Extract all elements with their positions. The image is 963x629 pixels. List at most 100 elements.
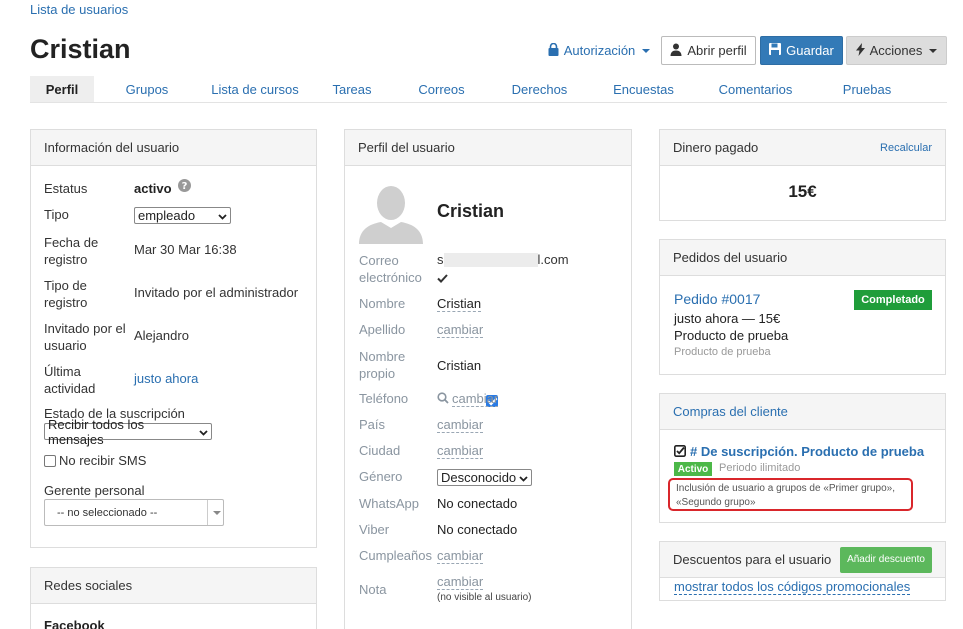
city-change[interactable]: cambiar xyxy=(437,443,484,459)
reg-type-label: Tipo de registro xyxy=(44,278,88,310)
no-sms-checkbox[interactable] xyxy=(44,454,56,467)
last-name-change[interactable]: cambiar xyxy=(437,322,484,338)
page-title: Cristian xyxy=(30,34,131,64)
tab-derechos[interactable]: Derechos xyxy=(489,76,590,102)
purchases-panel: Compras del cliente # De suscripción. Pr… xyxy=(659,393,946,523)
purchase-note: Inclusión de usuario a grupos de «Primer… xyxy=(676,483,896,508)
breadcrumb-link[interactable]: Lista de usuarios xyxy=(30,2,128,17)
email-suffix: l.com xyxy=(537,252,569,267)
tab-tareas[interactable]: Tareas xyxy=(310,76,394,102)
subscription-select[interactable]: Recibir todos los mensajes xyxy=(44,417,212,447)
no-sms-option[interactable]: No recibir SMS xyxy=(44,453,146,468)
recalculate-link[interactable]: Recalcular xyxy=(880,142,932,154)
country-change[interactable]: cambiar xyxy=(437,417,484,433)
order-time-price: justo ahora — 15€ xyxy=(674,311,781,326)
caret-down-icon xyxy=(207,500,223,525)
authorization-dropdown[interactable]: Autorización xyxy=(548,36,651,65)
viber-value: No conectado xyxy=(437,522,518,537)
status-value: activo xyxy=(134,181,172,196)
money-heading-text: Dinero pagado xyxy=(673,140,759,155)
tab-encuestas[interactable]: Encuestas xyxy=(590,76,697,102)
birthday-change[interactable]: cambiar xyxy=(437,548,484,564)
manager-select[interactable]: -- no seleccionado -- xyxy=(44,499,224,526)
first-name-field[interactable]: Cristian xyxy=(437,296,482,312)
whatsapp-label: WhatsApp xyxy=(359,496,419,511)
birthday-label: Cumpleaños xyxy=(359,548,432,563)
note-hint: (no visible al usuario) xyxy=(437,592,532,603)
type-select-value: empleado xyxy=(138,208,196,223)
manager-select-value: -- no seleccionado -- xyxy=(57,506,158,519)
purchase-period: Periodo ilimitado xyxy=(719,462,801,474)
tab-lista-de-cursos[interactable]: Lista de cursos xyxy=(200,76,310,102)
checkmark-icon xyxy=(437,271,448,286)
check-square-icon xyxy=(674,445,686,460)
invited-by-value: Alejandro xyxy=(134,328,189,343)
add-discount-button[interactable]: Añadir descuento xyxy=(840,546,932,573)
chevron-down-icon xyxy=(199,424,208,439)
discounts-heading-text: Descuentos para el usuario xyxy=(673,552,832,567)
whatsapp-value: No conectado xyxy=(437,496,518,511)
social-heading: Redes sociales xyxy=(31,568,316,604)
floppy-icon xyxy=(769,43,782,58)
svg-text:?: ? xyxy=(182,181,188,192)
reg-date-value: Mar 30 Mar 16:38 xyxy=(134,242,237,257)
user-icon xyxy=(670,43,682,59)
email-label: Correo electrónico xyxy=(359,253,422,285)
subscription-select-value: Recibir todos los mensajes xyxy=(48,416,145,447)
last-activity-link[interactable]: justo ahora xyxy=(134,371,198,386)
manager-label: Gerente personal xyxy=(44,483,145,498)
open-profile-button[interactable]: Abrir perfil xyxy=(661,36,756,65)
purchases-heading: Compras del cliente xyxy=(660,394,945,430)
country-label: País xyxy=(359,417,386,432)
tab-pruebas[interactable]: Pruebas xyxy=(814,76,920,102)
tab-perfil[interactable]: Perfil xyxy=(30,76,94,102)
help-icon[interactable]: ? xyxy=(178,179,191,195)
money-amount: 15€ xyxy=(788,182,817,201)
gender-select[interactable]: Desconocido xyxy=(437,469,532,486)
open-profile-label: Abrir perfil xyxy=(687,43,747,58)
bolt-icon xyxy=(855,42,865,59)
note-label: Nota xyxy=(359,582,387,597)
save-button[interactable]: Guardar xyxy=(760,36,843,65)
viber-label: Viber xyxy=(359,522,390,537)
social-panel: Redes sociales Facebook xyxy=(30,567,317,629)
user-info-heading-text: Información del usuario xyxy=(44,140,180,155)
orders-panel: Pedidos del usuario Pedido #0017 Complet… xyxy=(659,239,946,375)
order-product: Producto de prueba xyxy=(674,328,789,343)
first-name-label: Nombre xyxy=(359,296,406,311)
tab-correos[interactable]: Correos xyxy=(394,76,489,102)
invited-by-label: Invitado por el usuario xyxy=(44,321,126,353)
type-label: Tipo xyxy=(44,207,69,222)
chevron-down-icon xyxy=(218,208,227,223)
orders-heading: Pedidos del usuario xyxy=(660,240,945,276)
phone-field[interactable]: cambiar xyxy=(437,391,499,407)
tab-comentarios[interactable]: Comentarios xyxy=(697,76,814,102)
email-redacted xyxy=(443,252,538,267)
reg-date-label: Fecha de registro xyxy=(44,235,99,267)
gender-label: Género xyxy=(359,469,403,484)
purchase-title-link[interactable]: # De suscripción. Producto de prueba xyxy=(690,444,924,459)
note-change[interactable]: cambiar xyxy=(437,574,484,590)
order-product-small: Producto de prueba xyxy=(674,346,771,358)
order-link[interactable]: Pedido #0017 xyxy=(674,291,760,307)
avatar[interactable] xyxy=(359,183,423,247)
money-panel: Dinero pagado Recalcular 15€ xyxy=(659,129,946,221)
tab-grupos[interactable]: Grupos xyxy=(94,76,200,102)
money-heading: Dinero pagado Recalcular xyxy=(660,130,945,166)
actions-label: Acciones xyxy=(869,43,923,58)
phone-change[interactable]: cambiar xyxy=(452,391,499,407)
chevron-down-icon xyxy=(519,470,528,485)
authorization-label: Autorización xyxy=(563,43,636,58)
show-promo-codes-link[interactable]: mostrar todos los códigos promocionales xyxy=(674,579,911,595)
user-profile-panel: Perfil del usuario Cristian Correo elect… xyxy=(344,129,632,629)
lock-icon xyxy=(548,42,559,59)
reg-type-value: Invitado por el administrador xyxy=(134,285,299,300)
last-activity-label: Última actividad xyxy=(44,364,96,396)
own-name-value: Cristian xyxy=(437,358,482,373)
type-select[interactable]: empleado xyxy=(134,207,231,224)
user-profile-heading: Perfil del usuario xyxy=(345,130,631,166)
purchase-note-highlight: Inclusión de usuario a grupos de «Primer… xyxy=(668,478,913,511)
actions-dropdown[interactable]: Acciones xyxy=(846,36,947,65)
gender-select-value: Desconocido xyxy=(441,470,517,485)
city-label: Ciudad xyxy=(359,443,401,458)
